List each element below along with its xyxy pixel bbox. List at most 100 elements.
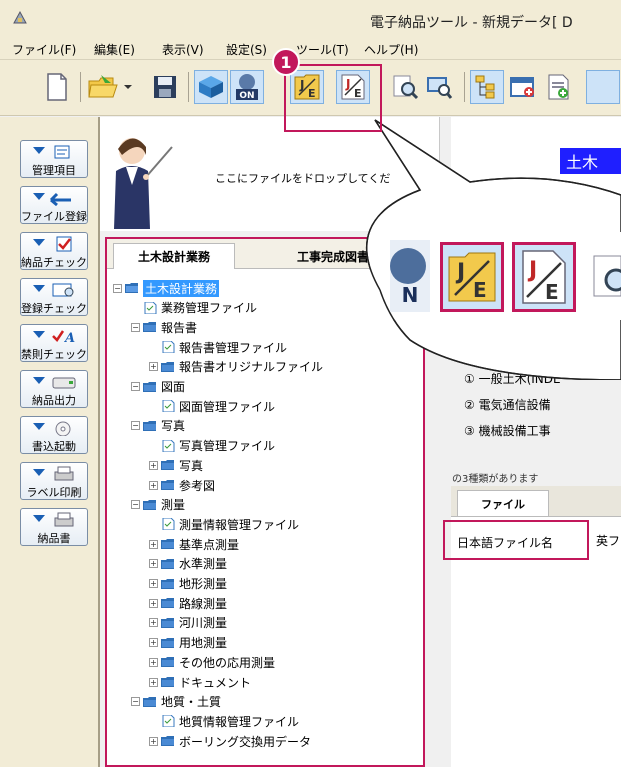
rail-button-label: ラベル印刷 — [26, 486, 82, 499]
tree-item-label: 写真 — [179, 458, 204, 473]
title-bar: 電子納品ツール - 新規データ[ D — [0, 0, 621, 36]
tree-item-label: 水準測量 — [179, 557, 228, 572]
toolbar-separator — [80, 72, 81, 102]
column-english-filename[interactable]: 英ファイル — [596, 532, 621, 549]
open-dropdown[interactable] — [120, 70, 136, 104]
folder-icon — [161, 539, 174, 550]
zoomed-search-button — [590, 250, 621, 306]
expand-toggle-icon[interactable]: + — [149, 480, 158, 490]
tree-item[interactable]: + ドキュメント — [149, 673, 251, 691]
search-alt-button[interactable] — [422, 70, 456, 104]
check-button[interactable] — [194, 70, 228, 104]
expand-toggle-icon[interactable]: − — [113, 283, 122, 293]
online-button[interactable]: ON — [230, 70, 264, 104]
tree-item[interactable]: − 写真 — [131, 417, 185, 435]
expand-toggle-icon[interactable]: + — [149, 677, 158, 687]
tree-item[interactable]: − 土木設計業務 — [113, 279, 220, 297]
tree-item[interactable]: + 地形測量 — [149, 575, 227, 593]
rail-button-delivery-check[interactable]: 納品チェック — [20, 232, 88, 270]
tab-civil-design[interactable]: 土木設計業務 — [113, 243, 235, 269]
tree-item[interactable]: 地質情報管理ファイル — [149, 712, 299, 730]
add-doc-button[interactable] — [542, 70, 576, 104]
search-icon — [393, 75, 418, 100]
expand-toggle-icon[interactable]: − — [131, 500, 140, 510]
menu-tools[interactable]: ツール(T) — [296, 41, 349, 58]
extra-toolbar-button[interactable] — [586, 70, 620, 104]
rail-button-file-register[interactable]: ファイル登録 — [20, 186, 88, 224]
rail-button-prohibited-check[interactable]: A 禁則チェック — [20, 324, 88, 362]
tree-item[interactable]: + 参考図 — [149, 476, 215, 494]
expand-toggle-icon[interactable]: + — [149, 362, 158, 372]
expand-toggle-icon[interactable]: + — [149, 559, 158, 569]
tree-item-label: 図面 — [161, 380, 186, 394]
rail-button-delivery-slip[interactable]: 納品書 — [20, 508, 88, 546]
tree-item[interactable]: + 写真 — [149, 456, 203, 474]
tree-item[interactable]: + 用地測量 — [149, 634, 227, 652]
save-button[interactable] — [148, 70, 182, 104]
expand-toggle-icon[interactable]: + — [149, 618, 158, 628]
expand-toggle-icon[interactable]: + — [149, 598, 158, 608]
register-check-icon — [33, 283, 74, 297]
tree-item[interactable]: − 地質・土質 — [131, 693, 221, 711]
expand-toggle-icon[interactable]: + — [149, 638, 158, 648]
menu-help[interactable]: ヘルプ(H) — [364, 41, 418, 58]
tree-item-label: 測量情報管理ファイル — [179, 517, 300, 532]
folder-icon — [143, 420, 156, 431]
tree-item-label: 報告書管理ファイル — [179, 340, 288, 355]
tree-item[interactable]: 報告書管理ファイル — [149, 338, 287, 356]
disc-icon — [33, 421, 71, 436]
tree-item[interactable]: 業務管理ファイル — [131, 299, 257, 317]
tree-item-label: 写真管理ファイル — [179, 439, 276, 454]
file-tabs: ファイル — [451, 486, 621, 516]
open-button[interactable] — [86, 70, 120, 104]
rail-button-write-launch[interactable]: 書込起動 — [20, 416, 88, 454]
column-japanese-filename[interactable]: 日本語ファイル名 — [457, 534, 553, 551]
rail-button-label-print[interactable]: ラベル印刷 — [20, 462, 88, 500]
tree-item[interactable]: − 測量 — [131, 496, 185, 514]
tree-item[interactable]: + 河川測量 — [149, 614, 227, 632]
tree-item[interactable]: 図面管理ファイル — [149, 397, 275, 415]
expand-toggle-icon[interactable]: + — [149, 460, 158, 470]
search-button[interactable] — [388, 70, 422, 104]
tree-item[interactable]: + ボーリング交換用データ — [149, 732, 311, 750]
tree-item[interactable]: 写真管理ファイル — [149, 437, 275, 455]
menu-file[interactable]: ファイル(F) — [12, 41, 76, 58]
folder-icon — [161, 460, 174, 471]
menu-settings[interactable]: 設定(S) — [226, 41, 267, 58]
open-folder-icon — [88, 75, 118, 98]
cube-icon — [199, 76, 223, 98]
tree-item[interactable]: − 報告書 — [131, 318, 197, 336]
tree-item[interactable]: + その他の応用測量 — [149, 653, 275, 671]
window-button[interactable] — [506, 70, 540, 104]
expand-toggle-icon[interactable]: + — [149, 579, 158, 588]
rail-button-delivery-output[interactable]: 納品出力 — [20, 370, 88, 408]
folder-icon — [161, 558, 174, 569]
tree-item[interactable]: 測量情報管理ファイル — [149, 515, 299, 533]
printer-icon — [33, 512, 74, 527]
expand-toggle-icon[interactable]: + — [149, 539, 158, 549]
expand-toggle-icon[interactable]: + — [149, 657, 158, 667]
new-file-button[interactable] — [40, 70, 74, 104]
rail-button-register-check[interactable]: 登録チェック — [20, 278, 88, 316]
rail-button-manage-items[interactable]: 管理項目 — [20, 140, 88, 178]
tree-item-label: 報告書オリジナルファイル — [179, 360, 324, 375]
tree-item[interactable]: + 路線測量 — [149, 594, 227, 612]
window-title: 電子納品ツール - 新規データ[ D — [370, 15, 573, 31]
tree-item[interactable]: + 報告書オリジナルファイル — [149, 358, 323, 376]
menu-edit[interactable]: 編集(E) — [94, 41, 135, 58]
menu-view[interactable]: 表示(V) — [162, 41, 204, 58]
tree-item-label: 地質・土質 — [161, 695, 222, 710]
expand-toggle-icon[interactable]: − — [131, 382, 140, 391]
delivery-check-icon — [33, 236, 72, 252]
expand-toggle-icon[interactable]: − — [131, 421, 140, 431]
folder-icon — [161, 480, 174, 490]
expand-toggle-icon[interactable]: − — [131, 322, 140, 332]
expand-toggle-icon[interactable]: − — [131, 697, 140, 707]
tree-item[interactable]: + 水準測量 — [149, 555, 227, 573]
tree-item[interactable]: − 図面 — [131, 378, 185, 396]
expand-toggle-icon[interactable]: + — [149, 736, 158, 746]
tab-file[interactable]: ファイル — [457, 490, 549, 516]
tree-button[interactable] — [470, 70, 504, 104]
rail-button-label: 書込起動 — [32, 440, 76, 453]
tree-item[interactable]: + 基準点測量 — [149, 535, 239, 553]
